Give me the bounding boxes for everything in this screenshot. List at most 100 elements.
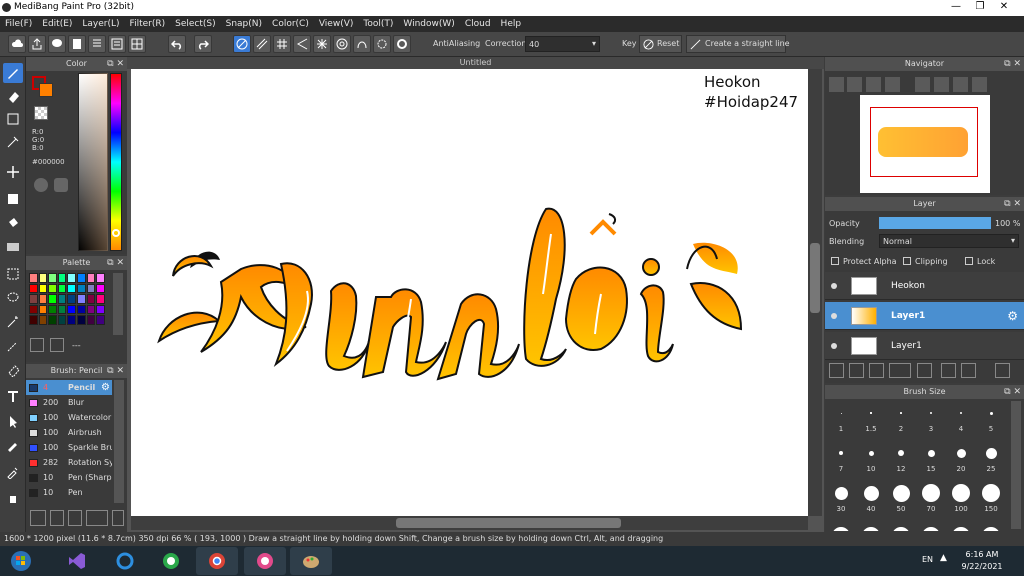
palette-swatch[interactable] xyxy=(96,304,105,314)
radial-snap-icon[interactable] xyxy=(313,35,331,53)
palette-swatch[interactable] xyxy=(77,273,86,283)
layer-row-selected[interactable]: Layer1 ⚙ xyxy=(825,302,1024,330)
palette-swatch[interactable] xyxy=(29,315,38,325)
palette-scrollbar[interactable] xyxy=(113,273,123,335)
palette-swatch[interactable] xyxy=(38,273,48,283)
palette-swatch[interactable] xyxy=(67,304,76,314)
brush-size-dot[interactable] xyxy=(989,411,993,415)
delete-layer-icon[interactable] xyxy=(995,363,1010,378)
palette-swatch[interactable] xyxy=(38,283,48,293)
brush-size-scrollbar[interactable] xyxy=(1011,401,1021,529)
fit-view-icon[interactable] xyxy=(866,77,881,92)
menu-tool[interactable]: Tool(T) xyxy=(358,16,398,32)
new-layer-icon[interactable] xyxy=(829,363,844,378)
palette-swatch[interactable] xyxy=(48,304,57,314)
menu-window[interactable]: Window(W) xyxy=(398,16,459,32)
brush-size-dot[interactable] xyxy=(959,411,963,415)
brush-size-dot[interactable] xyxy=(930,412,932,414)
add-palette-icon[interactable] xyxy=(30,338,44,352)
brush-size-dot[interactable] xyxy=(952,484,970,502)
trash-icon[interactable] xyxy=(50,338,64,352)
minimize-button[interactable]: — xyxy=(944,0,968,14)
straight-line-button[interactable]: Create a straight line xyxy=(686,35,790,53)
coc-coc-browser-icon[interactable] xyxy=(150,547,192,575)
duplicate-layer-icon[interactable] xyxy=(941,363,956,378)
panel-controls-icon[interactable]: ⧉ ✕ xyxy=(1004,197,1021,211)
panel-controls-icon[interactable]: ⧉ ✕ xyxy=(107,364,124,378)
brush-copy-icon[interactable] xyxy=(50,510,64,526)
visibility-icon[interactable] xyxy=(831,343,837,349)
palette-swatch[interactable] xyxy=(29,304,38,314)
palette-swatch[interactable] xyxy=(96,273,105,283)
menu-layer[interactable]: Layer(L) xyxy=(77,16,124,32)
brush-add-icon[interactable] xyxy=(30,510,46,526)
curve-snap-icon[interactable] xyxy=(353,35,371,53)
comment-icon[interactable] xyxy=(48,35,66,53)
new-8bit-layer-icon[interactable] xyxy=(869,363,884,378)
reset-button[interactable]: Reset xyxy=(639,35,682,53)
document-icon[interactable] xyxy=(68,35,86,53)
rotate-left-icon[interactable] xyxy=(915,77,930,92)
brush-size-dot[interactable] xyxy=(956,448,966,458)
brush-size-dot[interactable] xyxy=(863,485,879,501)
dot-tool-icon[interactable] xyxy=(3,109,23,129)
close-button[interactable]: ✕ xyxy=(992,0,1016,14)
brush-size-dot[interactable] xyxy=(840,412,842,414)
menu-filter[interactable]: Filter(R) xyxy=(125,16,171,32)
cloud-icon[interactable] xyxy=(8,35,26,53)
correction-select[interactable]: 40 ▾ xyxy=(525,36,600,52)
zoom-in-icon[interactable] xyxy=(847,77,862,92)
background-color-swatch[interactable] xyxy=(39,83,53,97)
palette-swatch[interactable] xyxy=(57,315,67,325)
operation-tool-icon[interactable] xyxy=(3,411,23,431)
layer-add-menu-icon[interactable] xyxy=(889,363,911,378)
hue-slider[interactable] xyxy=(110,73,122,251)
brush-menu-icon[interactable] xyxy=(86,510,108,526)
brush-row[interactable]: 200 Blur xyxy=(26,395,112,410)
brush-folder-icon[interactable] xyxy=(68,510,82,526)
palette-swatch[interactable] xyxy=(57,304,67,314)
start-button-icon[interactable] xyxy=(0,547,42,575)
visibility-icon[interactable] xyxy=(831,313,837,319)
reset-view-icon[interactable] xyxy=(972,77,987,92)
blending-select[interactable]: Normal ▾ xyxy=(879,234,1019,248)
layer-row[interactable]: Heokon xyxy=(825,272,1024,300)
palette-swatch[interactable] xyxy=(48,273,57,283)
menu-color[interactable]: Color(C) xyxy=(267,16,314,32)
tray-expand-icon[interactable]: ▲ xyxy=(940,553,947,563)
text-tool-icon[interactable] xyxy=(3,387,23,407)
brush-properties-icon[interactable] xyxy=(112,510,124,526)
menu-snap[interactable]: Snap(N) xyxy=(221,16,267,32)
brush-size-dot[interactable] xyxy=(952,527,970,531)
panel-controls-icon[interactable]: ⧉ ✕ xyxy=(107,256,124,270)
color-settings-icon[interactable] xyxy=(54,178,68,192)
magic-wand-icon[interactable] xyxy=(3,312,23,332)
opacity-slider[interactable] xyxy=(879,217,991,229)
select-tool-icon[interactable] xyxy=(3,264,23,284)
rotate-right-icon[interactable] xyxy=(934,77,949,92)
palette-swatch[interactable] xyxy=(29,283,38,293)
palette-swatch[interactable] xyxy=(67,315,76,325)
navigator-preview[interactable] xyxy=(860,95,990,193)
share-icon[interactable] xyxy=(28,35,46,53)
select-eraser-icon[interactable] xyxy=(3,360,23,380)
brush-size-dot[interactable] xyxy=(870,412,872,414)
palette-swatch[interactable] xyxy=(57,283,67,293)
canvas-vertical-scroll-thumb[interactable] xyxy=(810,243,820,313)
cross-snap-icon[interactable] xyxy=(273,35,291,53)
fill-rect-tool-icon[interactable] xyxy=(3,189,23,209)
redo-icon[interactable] xyxy=(194,35,212,53)
palette-swatch[interactable] xyxy=(67,283,76,293)
page-list-icon[interactable] xyxy=(88,35,106,53)
chrome-icon[interactable] xyxy=(196,547,238,575)
brush-size-dot[interactable] xyxy=(922,527,940,531)
palette-swatch[interactable] xyxy=(86,294,96,304)
parallel-snap-icon[interactable] xyxy=(253,35,271,53)
medibang-app-icon[interactable] xyxy=(244,547,286,575)
clock[interactable]: 6:16 AM 9/22/2021 xyxy=(958,549,1006,573)
menu-select[interactable]: Select(S) xyxy=(170,16,221,32)
brush-row[interactable]: 4 Pencil ⚙ xyxy=(26,380,112,395)
brush-size-dot[interactable] xyxy=(892,484,910,502)
protect-alpha-checkbox[interactable] xyxy=(831,257,839,265)
menu-view[interactable]: View(V) xyxy=(314,16,359,32)
